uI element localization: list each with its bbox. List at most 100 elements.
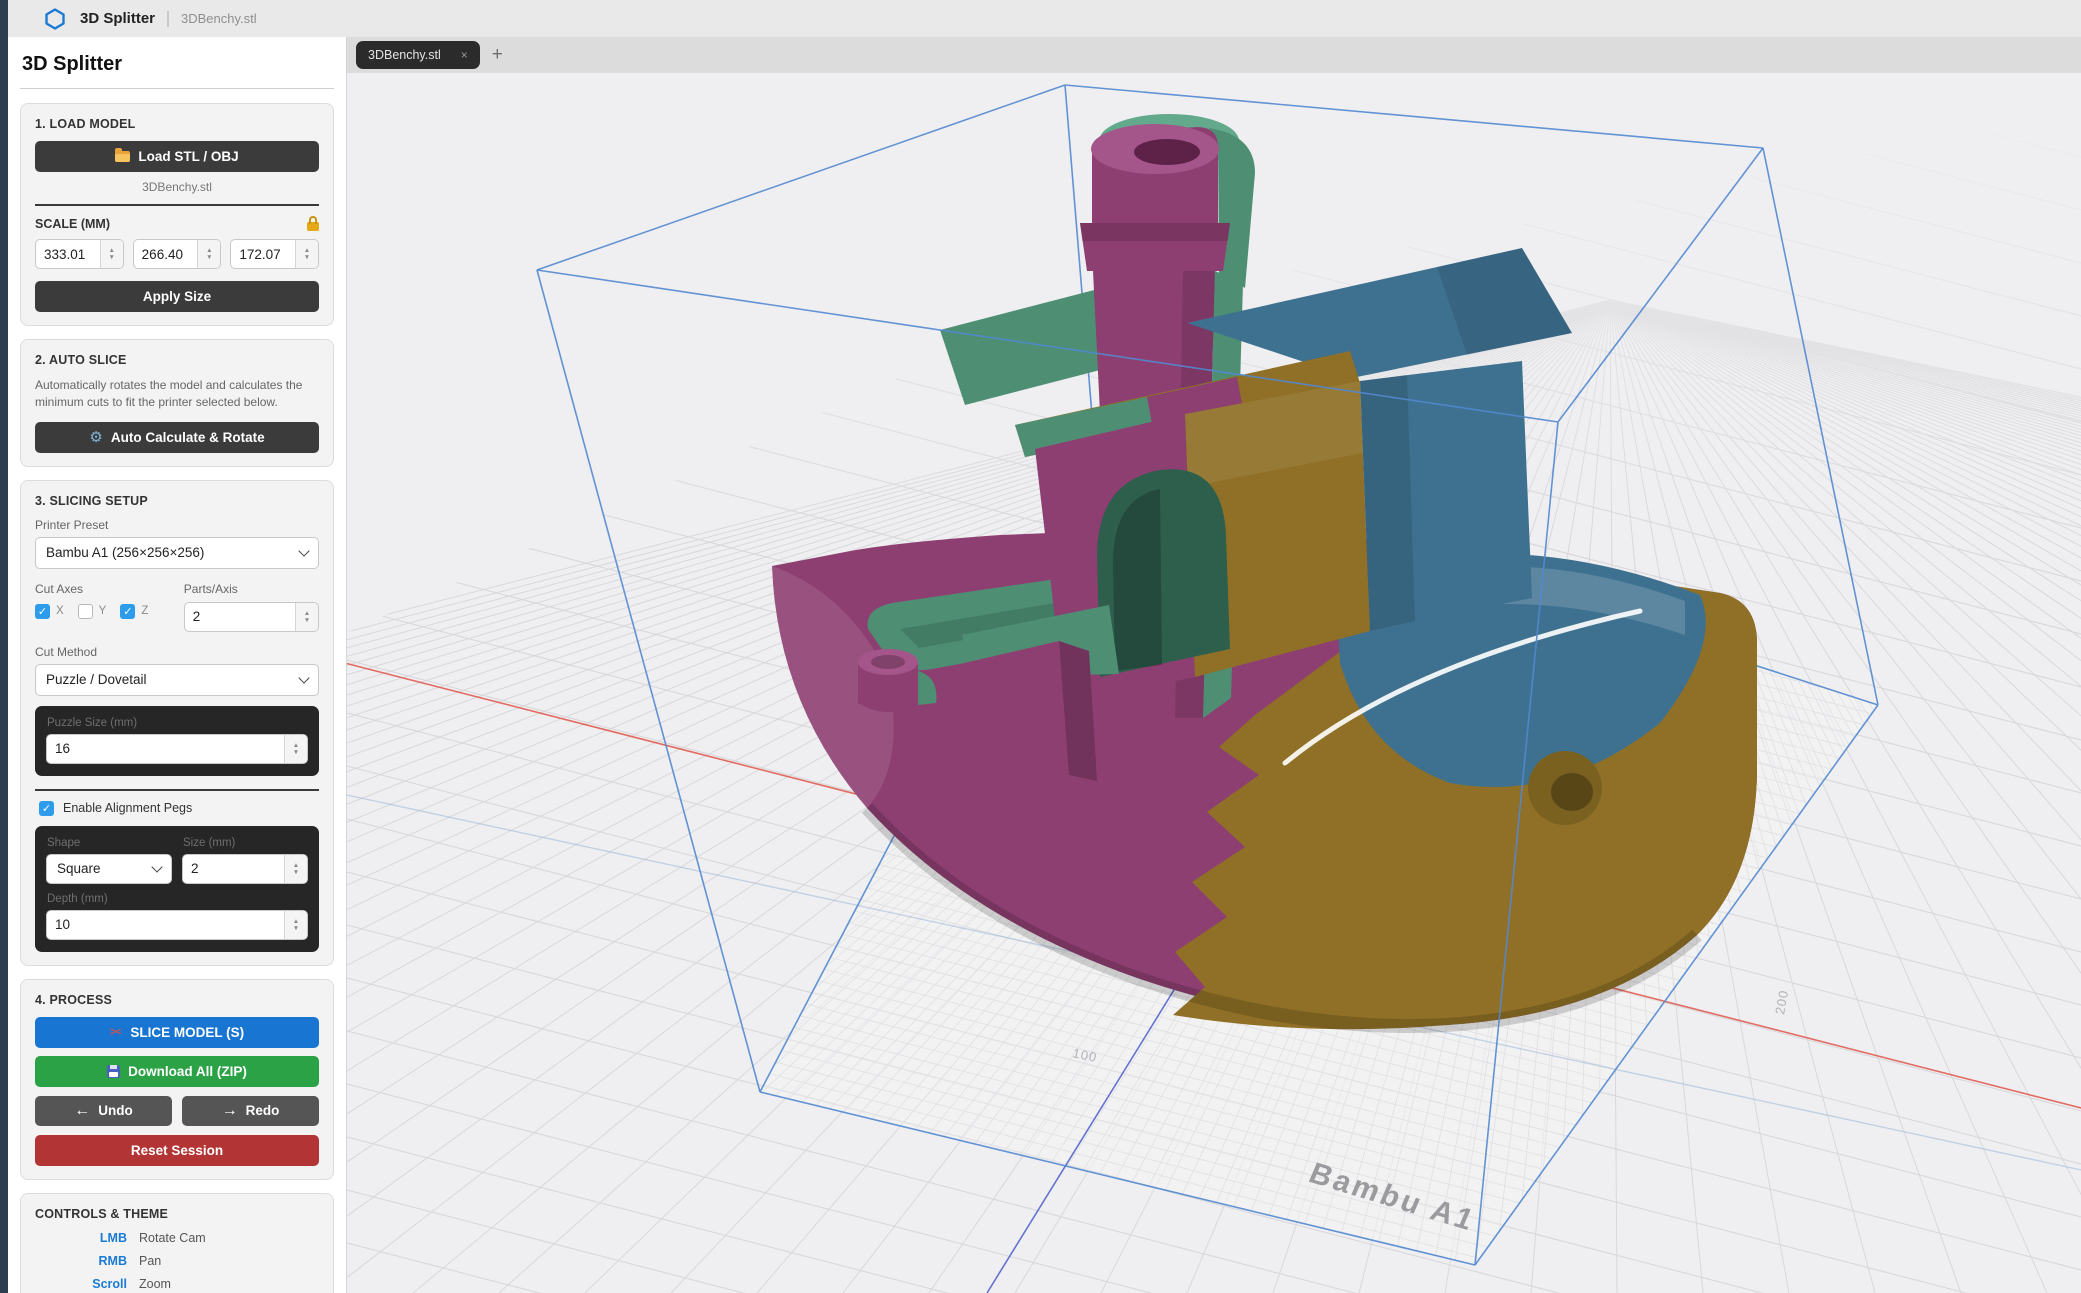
redo-label: Redo — [246, 1103, 280, 1118]
peg-shape-value: Square — [57, 861, 101, 876]
folder-icon — [115, 151, 130, 162]
axis-y-label: Y — [99, 605, 107, 617]
apply-size-button[interactable]: Apply Size — [35, 281, 319, 312]
card-load-model: 1. LOAD MODEL Load STL / OBJ 3DBenchy.st… — [20, 103, 334, 326]
app-title: 3D Splitter — [80, 10, 155, 27]
tab-close-icon[interactable]: × — [461, 48, 468, 62]
peg-size-stepper[interactable]: ▲▼ — [284, 855, 307, 883]
card-controls-theme: CONTROLS & THEME LMB Rotate Cam RMB Pan … — [20, 1193, 334, 1293]
control-value: Rotate Cam — [139, 1231, 206, 1245]
viewport-tab-bar: 3DBenchy.stl × + — [347, 37, 2081, 74]
axis-x-checkbox[interactable]: ✓ — [35, 604, 50, 619]
printer-preset-select[interactable]: Bambu A1 (256×256×256) — [35, 537, 319, 569]
scale-z-value: 172.07 — [231, 240, 295, 268]
scale-y-stepper[interactable]: ▲▼ — [197, 240, 220, 268]
benchy-bollard-top-hole — [871, 655, 905, 669]
lock-icon[interactable] — [307, 222, 319, 231]
peg-shape-label: Shape — [47, 837, 172, 849]
enable-pegs-label: Enable Alignment Pegs — [63, 801, 192, 815]
load-stl-button[interactable]: Load STL / OBJ — [35, 141, 319, 172]
peg-depth-value: 10 — [47, 911, 284, 939]
printer-preset-value: Bambu A1 (256×256×256) — [46, 545, 204, 560]
viewport-3d-canvas[interactable]: 100 140 200 Bambu A1 — [347, 73, 2081, 1293]
cut-method-label: Cut Method — [35, 645, 319, 659]
download-all-button[interactable]: Download All (ZIP) — [35, 1056, 319, 1087]
scale-label: SCALE (MM) — [35, 217, 110, 231]
setup-section-title: 3. SLICING SETUP — [35, 494, 319, 508]
puzzle-size-stepper[interactable]: ▲▼ — [284, 735, 307, 763]
setup-card-divider — [35, 789, 319, 791]
control-value: Pan — [139, 1254, 161, 1268]
peg-shape-select[interactable]: Square — [46, 854, 172, 884]
app-window: 3D Splitter 3DBenchy.stl 3D Splitter 1. … — [0, 0, 2081, 1293]
scale-y-value: 266.40 — [134, 240, 198, 268]
chevron-down-icon — [298, 545, 309, 556]
scale-x-stepper[interactable]: ▲▼ — [100, 240, 123, 268]
sidebar: 3D Splitter 1. LOAD MODEL Load STL / OBJ… — [8, 37, 347, 1293]
load-stl-button-label: Load STL / OBJ — [138, 149, 238, 164]
grid-tick-200: 200 — [1772, 989, 1791, 1016]
peg-depth-stepper[interactable]: ▲▼ — [284, 911, 307, 939]
slice-model-button[interactable]: ✂ SLICE MODEL (S) — [35, 1017, 319, 1048]
scale-z-stepper[interactable]: ▲▼ — [295, 240, 318, 268]
parts-axis-value: 2 — [185, 603, 295, 631]
cut-method-select[interactable]: Puzzle / Dovetail — [35, 664, 319, 696]
puzzle-size-label: Puzzle Size (mm) — [47, 717, 308, 729]
gear-icon: ⚙ — [89, 428, 102, 446]
puzzle-options-panel: Puzzle Size (mm) 16 ▲▼ — [35, 706, 319, 776]
reset-session-button[interactable]: Reset Session — [35, 1135, 319, 1166]
tab-3dbenchy[interactable]: 3DBenchy.stl × — [356, 41, 480, 69]
arrow-right-icon: → — [222, 1103, 238, 1119]
axis-y-checkbox[interactable] — [78, 604, 93, 619]
scale-y-input[interactable]: 266.40 ▲▼ — [133, 239, 222, 269]
download-all-label: Download All (ZIP) — [128, 1064, 247, 1079]
chevron-down-icon — [151, 861, 162, 872]
benchy-chimney-hole — [1134, 139, 1200, 165]
parts-axis-label: Parts/Axis — [184, 582, 319, 596]
control-value: Zoom — [139, 1277, 171, 1291]
app-logo-hexagon-icon — [44, 8, 66, 30]
card-slicing-setup: 3. SLICING SETUP Printer Preset Bambu A1… — [20, 480, 334, 966]
header-divider — [167, 11, 169, 27]
header-bar: 3D Splitter 3DBenchy.stl — [8, 0, 2081, 38]
reset-session-label: Reset Session — [131, 1143, 223, 1158]
benchy-cargo-box-magenta — [947, 641, 1069, 803]
peg-depth-input[interactable]: 10 ▲▼ — [46, 910, 308, 940]
puzzle-size-input[interactable]: 16 ▲▼ — [46, 734, 308, 764]
control-row: Scroll Zoom — [35, 1277, 319, 1291]
save-icon — [107, 1065, 120, 1078]
parts-axis-input[interactable]: 2 ▲▼ — [184, 602, 319, 632]
parts-axis-stepper[interactable]: ▲▼ — [295, 603, 318, 631]
scale-x-input[interactable]: 333.01 ▲▼ — [35, 239, 124, 269]
sidebar-title: 3D Splitter — [22, 53, 334, 76]
redo-button[interactable]: → Redo — [182, 1096, 319, 1126]
process-section-title: 4. PROCESS — [35, 993, 319, 1007]
scale-z-input[interactable]: 172.07 ▲▼ — [230, 239, 319, 269]
enable-pegs-checkbox[interactable]: ✓ — [39, 801, 54, 816]
peg-size-label: Size (mm) — [183, 837, 308, 849]
scale-x-value: 333.01 — [36, 240, 100, 268]
controls-section-title: CONTROLS & THEME — [35, 1207, 319, 1221]
pegs-options-panel: Shape Square Size (mm) 2 ▲▼ D — [35, 826, 319, 952]
cut-axes-label: Cut Axes — [35, 582, 184, 596]
undo-label: Undo — [98, 1103, 133, 1118]
auto-calculate-label: Auto Calculate & Rotate — [111, 430, 265, 445]
auto-description: Automatically rotates the model and calc… — [35, 377, 319, 412]
axis-z-checkbox[interactable]: ✓ — [120, 604, 135, 619]
peg-depth-label: Depth (mm) — [47, 893, 308, 905]
printer-preset-label: Printer Preset — [35, 518, 319, 532]
new-tab-button[interactable]: + — [492, 44, 503, 66]
slice-model-label: SLICE MODEL (S) — [130, 1025, 244, 1040]
peg-size-input[interactable]: 2 ▲▼ — [182, 854, 308, 884]
scissors-icon: ✂ — [110, 1023, 123, 1041]
undo-button[interactable]: ← Undo — [35, 1096, 172, 1126]
card-process: 4. PROCESS ✂ SLICE MODEL (S) Download Al… — [20, 979, 334, 1180]
apply-size-label: Apply Size — [143, 289, 211, 304]
puzzle-size-value: 16 — [47, 735, 284, 763]
auto-calculate-button[interactable]: ⚙ Auto Calculate & Rotate — [35, 422, 319, 453]
peg-size-value: 2 — [183, 855, 284, 883]
sidebar-title-rule — [20, 88, 334, 89]
auto-section-title: 2. AUTO SLICE — [35, 353, 319, 367]
control-row: LMB Rotate Cam — [35, 1231, 319, 1245]
cut-method-value: Puzzle / Dovetail — [46, 672, 147, 687]
